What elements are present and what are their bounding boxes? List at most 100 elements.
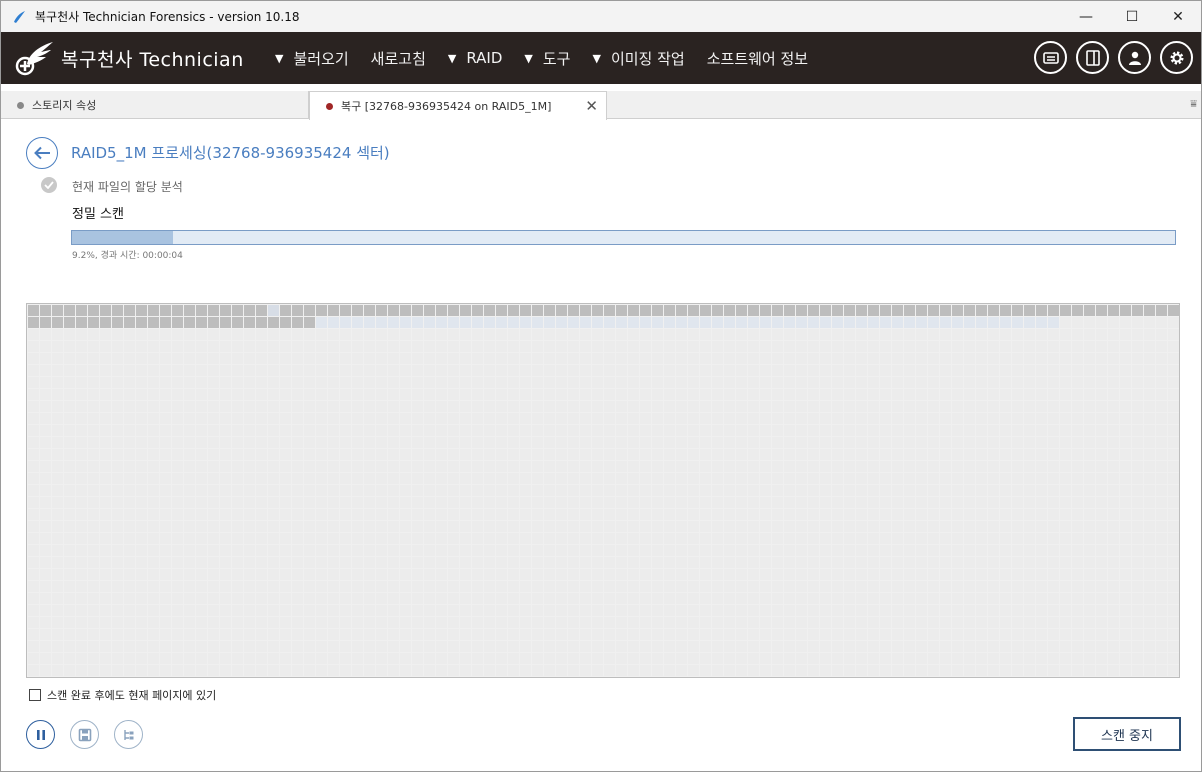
maximize-button[interactable]: ☐ [1109,1,1155,32]
block-cell [316,461,327,472]
menu-load[interactable]: ▼ 불러오기 [275,48,349,69]
block-cell [544,617,555,628]
tab-list-menu-icon[interactable]: ⩸ [1190,97,1197,111]
block-cell [736,413,747,424]
settings-button[interactable] [1160,41,1193,74]
block-cell [1036,581,1047,592]
block-cell [664,641,675,652]
block-cell [304,437,315,448]
block-cell [88,629,99,640]
block-cell [256,557,267,568]
minimize-button[interactable]: — [1063,1,1109,32]
block-cell [628,389,639,400]
block-cell [892,389,903,400]
block-cell [832,629,843,640]
block-cell [364,497,375,508]
block-cell [376,545,387,556]
user-button[interactable] [1118,41,1151,74]
block-cell [136,665,147,676]
block-cell [1096,377,1107,388]
block-cell [892,641,903,652]
block-cell [688,605,699,616]
block-cell [268,521,279,532]
block-cell [1144,557,1155,568]
block-cell [772,545,783,556]
block-cell [844,353,855,364]
block-cell [316,497,327,508]
block-cell [1012,413,1023,424]
back-button[interactable] [26,137,58,169]
block-cell [616,509,627,520]
block-cell [400,413,411,424]
tab-recovery[interactable]: 복구 [32768-936935424 on RAID5_1M] ✕ [309,91,607,120]
block-cell [436,557,447,568]
menu-software-info[interactable]: 소프트웨어 정보 [707,48,808,69]
menu-imaging[interactable]: ▼ 이미징 작업 [592,48,684,69]
block-cell [1036,533,1047,544]
block-cell [424,317,435,328]
block-cell [1036,617,1047,628]
block-cell [268,365,279,376]
block-cell [700,305,711,316]
pause-button[interactable] [26,720,55,749]
block-cell [1132,605,1143,616]
block-cell [220,641,231,652]
block-cell [484,617,495,628]
block-cell [352,569,363,580]
block-cell [1156,497,1167,508]
tab-storage-properties[interactable]: 스토리지 속성 [1,91,309,119]
block-cell [640,521,651,532]
block-cell [124,641,135,652]
menu-raid[interactable]: ▼ RAID [448,49,503,67]
block-cell [136,389,147,400]
block-cell [436,629,447,640]
block-cell [712,509,723,520]
block-cell [940,413,951,424]
keep-page-checkbox[interactable] [29,689,41,701]
block-cell [88,425,99,436]
block-cell [364,425,375,436]
block-cell [784,341,795,352]
panel-button[interactable] [1076,41,1109,74]
close-window-button[interactable]: ✕ [1155,1,1201,32]
block-cell [304,413,315,424]
file-tree-button[interactable] [114,720,143,749]
keep-page-option[interactable]: 스캔 완료 후에도 현재 페이지에 있기 [29,687,216,703]
block-cell [184,305,195,316]
block-cell [52,353,63,364]
block-cell [28,641,39,652]
block-cell [844,665,855,676]
menu-refresh[interactable]: 새로고침 [371,48,426,69]
block-cell [1048,329,1059,340]
save-button[interactable] [70,720,99,749]
block-cell [1132,449,1143,460]
menu-tools[interactable]: ▼ 도구 [524,48,570,69]
stop-scan-button[interactable]: 스캔 중지 [1073,717,1181,751]
block-cell [160,317,171,328]
block-cell [1060,461,1071,472]
block-cell [1120,605,1131,616]
angel-wing-plus-icon [15,42,53,76]
block-cell [640,509,651,520]
block-cell [592,413,603,424]
block-cell [100,305,111,316]
block-cell [820,389,831,400]
block-cell [844,341,855,352]
block-cell [568,449,579,460]
block-cell [1156,581,1167,592]
block-cell [856,581,867,592]
block-cell [244,629,255,640]
block-cell [556,545,567,556]
block-cell [964,425,975,436]
block-cell [436,533,447,544]
block-cell [64,317,75,328]
block-cell [1072,545,1083,556]
block-cell [232,317,243,328]
block-cell [1168,437,1179,448]
close-tab-icon[interactable]: ✕ [585,97,598,115]
block-cell [568,617,579,628]
block-cell [868,461,879,472]
block-cell [1000,401,1011,412]
block-cell [712,593,723,604]
message-button[interactable] [1034,41,1067,74]
